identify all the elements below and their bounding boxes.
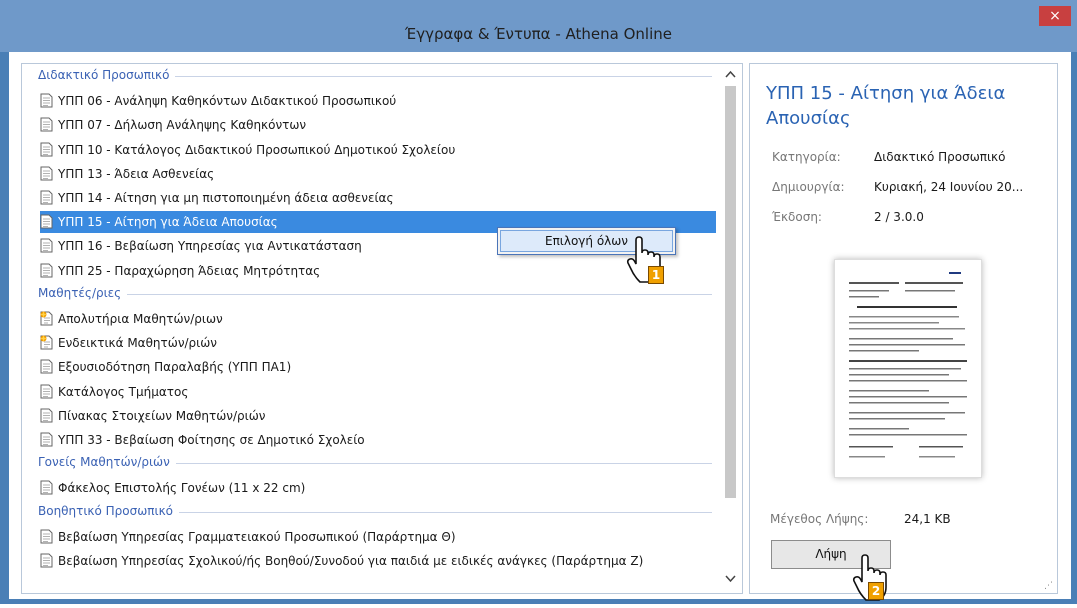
group-divider [175, 463, 712, 465]
list-item-label: Κατάλογος Τμήματος [58, 384, 189, 399]
group-header: Γονείς Μαθητών/ριών [38, 455, 712, 470]
group-divider [178, 511, 712, 513]
list-item-label: ΥΠΠ 16 - Βεβαίωση Υπηρεσίας για Αντικατά… [58, 239, 362, 254]
list-item-label: Απολυτήρια Μαθητών/ριων [58, 312, 223, 326]
list-item[interactable]: ΥΠΠ 33 - Βεβαίωση Φοίτησης σε Δημοτικό Σ… [40, 429, 716, 451]
version-value: 2 / 3.0.0 [874, 210, 924, 224]
document-icon [40, 408, 53, 423]
document-icon [40, 263, 53, 278]
title-bar: Έγγραφα & Έντυπα - Athena Online × [0, 0, 1077, 52]
download-size-value: 24,1 KB [904, 512, 951, 526]
document-icon [40, 142, 53, 157]
document-icon [40, 384, 53, 399]
group-label: Γονείς Μαθητών/ριών [38, 455, 170, 470]
document-icon [40, 166, 53, 181]
list-item[interactable]: Ενδεικτικά Μαθητών/ριών [40, 332, 716, 354]
list-item-label: ΥΠΠ 14 - Αίτηση για μη πιστοποιημένη άδε… [58, 191, 394, 205]
list-item-label: Εξουσιοδότηση Παραλαβής (ΥΠΠ ΠΑ1) [58, 360, 292, 375]
document-icon [40, 359, 53, 374]
close-button[interactable]: × [1039, 6, 1071, 26]
document-icon [40, 93, 53, 108]
group-header: Μαθητές/ριες [38, 285, 712, 300]
scroll-down-arrow[interactable] [725, 575, 736, 586]
document-icon [40, 432, 53, 447]
list-item-label: ΥΠΠ 13 - Άδεια Ασθενείας [58, 166, 215, 181]
step-marker-2: 2 [868, 582, 884, 600]
list-item[interactable]: Βεβαίωση Υπηρεσίας Σχολικού/ής Βοηθού/Συ… [40, 550, 716, 572]
list-item[interactable]: ΥΠΠ 25 - Παραχώρηση Άδειας Μητρότητας [40, 260, 716, 282]
version-label: Έκδοση: [772, 210, 822, 224]
document-icon [40, 238, 53, 253]
certificate-icon [40, 335, 53, 350]
list-item[interactable]: ΥΠΠ 10 - Κατάλογος Διδακτικού Προσωπικού… [40, 139, 716, 161]
list-item-label: ΥΠΠ 15 - Αίτηση για Άδεια Απουσίας [58, 215, 278, 230]
chevron-up-icon [725, 70, 736, 78]
scroll-up-arrow[interactable] [725, 70, 736, 81]
group-label: Μαθητές/ριες [38, 285, 122, 300]
chevron-down-icon [725, 575, 736, 583]
category-value: Διδακτικό Προσωπικό [874, 150, 1006, 164]
certificate-icon [40, 311, 53, 326]
list-item-label: Βεβαίωση Υπηρεσίας Σχολικού/ής Βοηθού/Συ… [58, 554, 644, 568]
resize-grip-icon[interactable]: ⋰ [1044, 581, 1053, 591]
list-item-label: Ενδεικτικά Μαθητών/ριών [58, 336, 217, 351]
scroll-thumb[interactable] [725, 86, 736, 498]
document-list: Διδακτικό Προσωπικό ΥΠΠ 06 - Ανάληψη Καθη… [21, 63, 743, 594]
list-item[interactable]: Απολυτήρια Μαθητών/ριων [40, 308, 716, 330]
document-detail-panel: ΥΠΠ 15 - Αίτηση για Άδεια Απουσίας Κατηγ… [749, 63, 1058, 594]
document-icon [40, 190, 53, 205]
list-item-label: ΥΠΠ 33 - Βεβαίωση Φοίτησης σε Δημοτικό Σ… [58, 433, 365, 447]
document-preview-image [849, 272, 967, 458]
created-value: Κυριακή, 24 Ιουνίου 20... [874, 180, 1024, 194]
group-label: Βοηθητικό Προσωπικό [38, 503, 173, 518]
group-divider [127, 293, 712, 295]
list-item[interactable]: ΥΠΠ 14 - Αίτηση για μη πιστοποιημένη άδε… [40, 187, 716, 209]
category-label: Κατηγορία: [772, 150, 841, 164]
group-header: Διδακτικό Προσωπικό [38, 68, 712, 82]
group-divider [175, 76, 712, 77]
list-item[interactable]: ΥΠΠ 13 - Άδεια Ασθενείας [40, 163, 716, 185]
list-item[interactable]: Κατάλογος Τμήματος [40, 381, 716, 403]
list-item[interactable]: Φάκελος Επιστολής Γονέων (11 x 22 cm) [40, 477, 716, 499]
group-label: Διδακτικό Προσωπικό [38, 68, 170, 82]
list-item[interactable]: ΥΠΠ 07 - Δήλωση Ανάληψης Καθηκόντων [40, 114, 716, 136]
step-marker-1: 1 [648, 266, 664, 284]
list-item-label: ΥΠΠ 10 - Κατάλογος Διδακτικού Προσωπικού… [58, 142, 456, 157]
window-title: Έγγραφα & Έντυπα - Athena Online [405, 25, 672, 43]
document-icon [40, 529, 53, 544]
list-item[interactable]: ΥΠΠ 06 - Ανάληψη Καθηκόντων Διδακτικού Π… [40, 90, 716, 112]
document-preview-thumbnail [834, 259, 982, 478]
group-header: Βοηθητικό Προσωπικό [38, 503, 712, 518]
list-item-label: Φάκελος Επιστολής Γονέων (11 x 22 cm) [58, 481, 306, 496]
list-item-label: Πίνακας Στοιχείων Μαθητών/ριών [58, 408, 266, 423]
created-label: Δημιουργία: [772, 180, 845, 194]
list-item-label: ΥΠΠ 06 - Ανάληψη Καθηκόντων Διδακτικού Π… [58, 94, 397, 109]
hand-cursor-icon [626, 236, 672, 294]
list-item[interactable]: Βεβαίωση Υπηρεσίας Γραμματειακού Προσωπι… [40, 526, 716, 548]
list-item[interactable]: Εξουσιοδότηση Παραλαβής (ΥΠΠ ΠΑ1) [40, 356, 716, 378]
document-icon [40, 553, 53, 568]
download-size-label: Μέγεθος Λήψης: [770, 512, 869, 526]
vertical-scrollbar[interactable] [720, 64, 741, 593]
document-icon [40, 117, 53, 132]
list-item-label: ΥΠΠ 25 - Παραχώρηση Άδειας Μητρότητας [58, 263, 321, 278]
document-icon [40, 214, 53, 229]
list-item[interactable]: Πίνακας Στοιχείων Μαθητών/ριών [40, 405, 716, 427]
document-icon [40, 480, 53, 495]
list-item-label: Βεβαίωση Υπηρεσίας Γραμματειακού Προσωπι… [58, 529, 456, 544]
detail-title: ΥΠΠ 15 - Αίτηση για Άδεια Απουσίας [766, 83, 1006, 129]
list-item-label: ΥΠΠ 07 - Δήλωση Ανάληψης Καθηκόντων [58, 118, 307, 133]
